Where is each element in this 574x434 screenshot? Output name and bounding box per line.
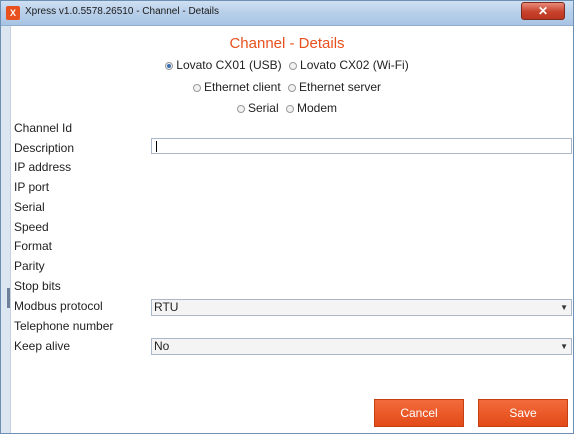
speed-label: Speed: [14, 220, 49, 234]
keep-alive-value: No: [154, 339, 170, 353]
radio-modem[interactable]: Modem: [286, 101, 337, 115]
app-icon: X: [6, 6, 20, 20]
ip-port-label: IP port: [14, 180, 50, 194]
radio-unchecked-icon[interactable]: [288, 84, 296, 92]
stop-bits-label: Stop bits: [14, 279, 61, 293]
serial-label: Serial: [14, 200, 45, 214]
radio-unchecked-icon[interactable]: [289, 62, 298, 70]
title-bar[interactable]: X Xpress v1.0.5578.26510 - Channel - Det…: [1, 1, 573, 26]
close-button[interactable]: ✕: [521, 2, 565, 20]
radio-ethernet-server[interactable]: Ethernet server: [288, 80, 381, 94]
keep-alive-select[interactable]: No ▼: [151, 338, 572, 355]
ip-address-label: IP address: [14, 160, 72, 174]
keep-alive-label: Keep alive: [14, 339, 71, 353]
channel-type-row-2: Ethernet client Ethernet server: [1, 80, 573, 94]
radio-ethernet-client[interactable]: Ethernet client: [192, 80, 281, 94]
radio-checked-icon[interactable]: [165, 62, 174, 70]
page-title: Channel - Details: [229, 35, 345, 52]
telephone-number-label: Telephone number: [14, 319, 114, 333]
channel-type-row-3: Serial Modem: [1, 101, 573, 115]
modbus-protocol-value: RTU: [154, 300, 179, 314]
modbus-protocol-select[interactable]: RTU ▼: [151, 299, 572, 316]
text-caret: [156, 141, 157, 152]
description-label: Description: [14, 141, 75, 155]
radio-unchecked-icon[interactable]: [236, 105, 245, 113]
close-icon: ✕: [537, 4, 549, 18]
save-button[interactable]: Save: [478, 399, 568, 427]
dropdown-arrow-icon: ▼: [560, 303, 568, 312]
sidebar-marker: [7, 288, 10, 308]
dropdown-arrow-icon: ▼: [560, 342, 568, 351]
channel-details-window: X Xpress v1.0.5578.26510 - Channel - Det…: [0, 0, 574, 434]
radio-unchecked-icon[interactable]: [192, 84, 201, 92]
radio-unchecked-icon[interactable]: [286, 105, 294, 113]
parity-label: Parity: [14, 259, 45, 273]
window-title: Xpress v1.0.5578.26510 - Channel - Detai…: [25, 6, 220, 17]
modbus-protocol-label: Modbus protocol: [14, 299, 103, 313]
description-input[interactable]: [151, 138, 572, 154]
radio-lovato-cx02[interactable]: Lovato CX02 (Wi-Fi): [289, 58, 409, 72]
radio-serial[interactable]: Serial: [236, 101, 279, 115]
radio-lovato-cx01[interactable]: Lovato CX01 (USB): [165, 58, 282, 72]
format-label: Format: [14, 239, 53, 253]
channel-id-label: Channel Id: [14, 121, 73, 135]
cancel-button[interactable]: Cancel: [374, 399, 464, 427]
channel-type-row-1: Lovato CX01 (USB) Lovato CX02 (Wi-Fi): [1, 58, 573, 72]
